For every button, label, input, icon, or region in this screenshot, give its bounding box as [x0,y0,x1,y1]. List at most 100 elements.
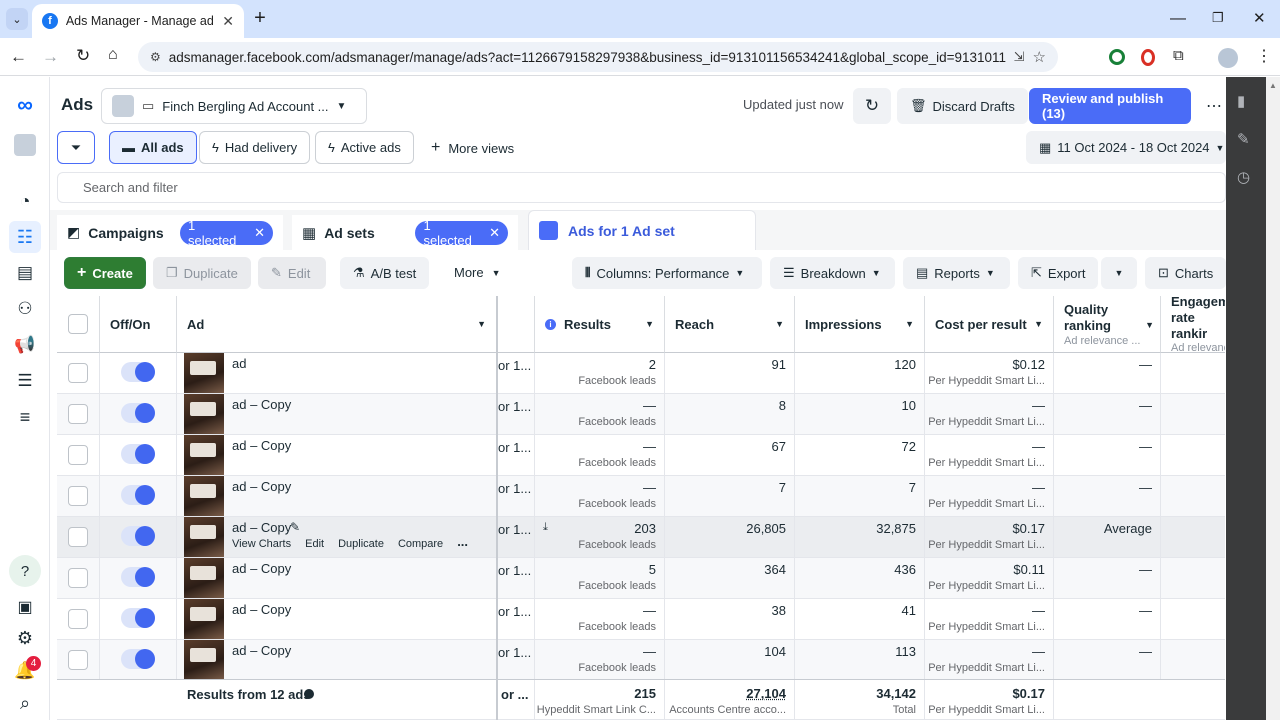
cost-per-result-header[interactable]: Cost per result ▼ [925,296,1054,353]
ad-thumbnail[interactable] [184,435,224,475]
table-row[interactable]: ad – Copy or 1... — Facebook leads 38 41… [57,599,1225,640]
ad-name-header[interactable]: Ad ▼ [177,296,498,353]
compare-link[interactable]: Compare [398,538,443,550]
info-icon[interactable]: i [545,318,556,330]
sort-chevron-icon[interactable]: ▼ [645,319,654,329]
columns-button[interactable]: ⫴ Columns: Performance ▼ [572,257,762,289]
site-info-icon[interactable]: ⚙ [150,50,161,64]
restore-icon[interactable]: ❐ [1212,10,1224,26]
edit-name-pencil-icon[interactable]: ✎ [290,520,300,534]
table-row[interactable]: ad – Copy or 1... — Facebook leads 104 1… [57,640,1225,681]
ad-name[interactable]: ad – Copy [232,438,291,453]
download-icon[interactable]: ⤓ [543,521,548,534]
info-icon[interactable] [304,689,314,699]
quality-ranking-header[interactable]: Quality ranking Ad relevance ... ▼ [1054,296,1161,353]
more-actions-button[interactable]: More ▼ [454,265,501,280]
ad-thumbnail[interactable] [184,517,224,557]
ad-thumbnail[interactable] [184,476,224,516]
table-row[interactable]: ad or 1... 2 Facebook leads 91 120 $0.12… [57,353,1225,394]
table-row[interactable]: ad – Copy or 1... — Facebook leads 67 72… [57,435,1225,476]
export-dropdown-button[interactable]: ▼ [1101,257,1137,289]
edit-pencil-icon[interactable]: ✎ [1237,130,1250,148]
ab-test-button[interactable]: ⚗ A/B test [340,257,430,289]
forward-icon[interactable]: → [42,47,59,67]
date-range-picker[interactable]: ▦ 11 Oct 2024 - 18 Oct 2024 ▼ [1026,131,1226,164]
edit-link[interactable]: Edit [305,538,324,550]
install-icon[interactable]: ⇲ [1014,49,1025,65]
table-row[interactable]: ad – Copy or 1... 5 Facebook leads 364 4… [57,558,1225,599]
edit-button[interactable]: ✎ Edit [258,257,326,289]
sort-chevron-icon[interactable]: ▼ [1034,319,1043,329]
back-icon[interactable]: ← [10,47,27,67]
ad-thumbnail[interactable] [184,558,224,598]
ad-name[interactable]: ad – Copy [232,643,291,658]
off-on-header[interactable]: Off/On [100,296,177,353]
campaigns-selected-pill[interactable]: 1 selected ✕ [179,218,273,248]
search-filter-bar[interactable]: Search and filter [57,172,1226,203]
campaign-megaphone-icon[interactable]: 📢 [9,329,41,361]
filter-button[interactable]: ⏷ [57,131,95,164]
reports-icon[interactable]: ▤ [9,257,41,289]
more-views-button[interactable]: + More views [431,139,514,157]
extension-green-icon[interactable] [1109,49,1125,65]
ad-thumbnail[interactable] [184,353,224,393]
reports-button[interactable]: ▤ Reports ▼ [903,257,1010,289]
close-window-icon[interactable]: ✕ [1253,9,1266,27]
tab-ads[interactable]: Ads for 1 Ad set [528,210,756,250]
ad-name[interactable]: ad – Copy [232,479,291,494]
minimize-icon[interactable]: — [1170,10,1186,28]
sort-chevron-icon[interactable]: ▼ [477,319,486,329]
sort-chevron-icon[interactable]: ▼ [905,319,914,329]
more-options-icon[interactable]: ⋯ [1206,96,1222,116]
tab-campaigns[interactable]: ◩ Campaigns 1 selected ✕ [57,215,283,250]
ad-thumbnail[interactable] [184,640,224,680]
bookmark-star-icon[interactable]: ☆ [1033,48,1046,66]
close-tab-icon[interactable]: ✕ [222,13,234,30]
results-header[interactable]: i Results ▼ [535,296,665,353]
discard-drafts-button[interactable]: 🗑 Discard Drafts [897,88,1028,124]
new-tab-icon[interactable]: + [250,7,270,29]
browser-menu-icon[interactable]: ⋮ [1256,46,1272,66]
table-row[interactable]: ad – Copy or 1... — Facebook leads 8 10 … [57,394,1225,435]
view-charts-link[interactable]: View Charts [232,538,291,550]
engagement-ranking-header[interactable]: Engageme rate rankir Ad relevanc [1161,296,1225,353]
table-row[interactable]: ad – Copy or 1... — Facebook leads 7 7 —… [57,476,1225,517]
charts-button[interactable]: ⊡ Charts [1145,257,1226,289]
extension-red-icon[interactable] [1141,49,1155,66]
refresh-button[interactable]: ↻ [853,88,891,124]
breakdown-button[interactable]: ☰ Breakdown ▼ [770,257,895,289]
ad-name[interactable]: ad – Copy [232,520,291,535]
all-ads-view[interactable]: ▬ All ads [109,131,197,164]
tab-search-icon[interactable]: ⌄ [6,8,28,30]
help-icon[interactable]: ? [9,555,41,587]
export-button[interactable]: ⇱ Export [1018,257,1098,289]
history-clock-icon[interactable]: ◷ [1237,168,1250,186]
ads-manager-table-icon[interactable]: ☷ [9,221,41,253]
ad-thumbnail[interactable] [184,599,224,639]
extensions-puzzle-icon[interactable]: ⧉ [1173,47,1184,64]
audiences-icon[interactable]: ⚇ [9,293,41,325]
more-actions-icon[interactable]: ... [457,534,468,550]
select-all-checkbox[interactable] [68,314,88,334]
adsets-selected-pill[interactable]: 1 selected ✕ [415,218,508,248]
review-publish-button[interactable]: Review and publish (13) [1029,88,1191,124]
search-icon[interactable]: ⌕ [9,687,41,719]
ad-name[interactable]: ad – Copy [232,602,291,617]
duplicate-button[interactable]: ❐ Duplicate [153,257,251,289]
table-row[interactable]: ad – Copy ✎ View Charts Edit Duplicate Co… [57,517,1225,558]
profile-avatar[interactable] [1218,48,1238,68]
page-scrollbar[interactable]: ▲ [1266,77,1280,720]
address-bar[interactable]: ⚙ adsmanager.facebook.com/adsmanager/man… [138,42,1058,72]
reach-header[interactable]: Reach ▼ [665,296,795,353]
news-icon[interactable]: ▣ [9,591,41,623]
notifications-bell-icon[interactable]: 🔔 4 [9,655,41,687]
meta-logo-icon[interactable]: ∞ [9,89,41,121]
bar-chart-icon[interactable]: ▮ [1237,92,1245,110]
account-selector[interactable]: ▭ Finch Bergling Ad Account ... ▼ [101,88,367,124]
reload-icon[interactable]: ↻ [76,46,90,66]
ad-name[interactable]: ad [232,356,246,371]
tab-ad-sets[interactable]: ▦ Ad sets 1 selected ✕ [292,215,518,250]
ad-name[interactable]: ad – Copy [232,397,291,412]
clear-selection-icon[interactable]: ✕ [254,225,265,241]
create-button[interactable]: + Create [64,257,146,289]
